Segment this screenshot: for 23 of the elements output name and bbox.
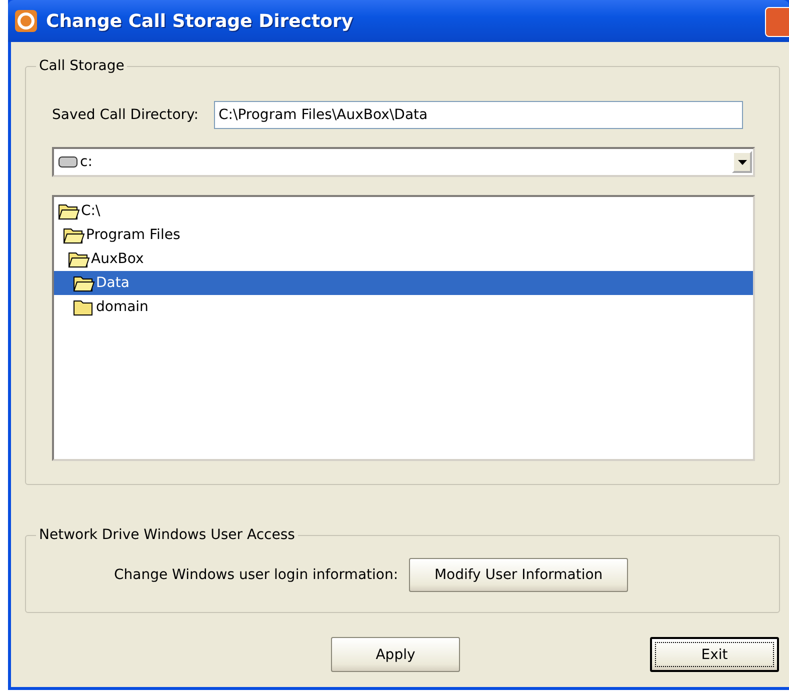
drive-icon	[58, 156, 78, 168]
window-title: Change Call Storage Directory	[46, 10, 354, 32]
tree-item[interactable]: domain	[54, 295, 753, 319]
close-button[interactable]	[765, 7, 789, 37]
login-label: Change Windows user login information:	[114, 567, 398, 583]
modify-user-button[interactable]: Modify User Information	[409, 558, 628, 592]
directory-field[interactable]: C:\Program Files\AuxBox\Data	[214, 101, 743, 129]
app-logo-icon	[14, 9, 38, 33]
dialog-button[interactable]: Exit	[650, 637, 779, 672]
tree-item[interactable]: C:\	[54, 199, 753, 223]
tree-item[interactable]: Program Files	[54, 223, 753, 247]
open-folder-icon	[73, 274, 95, 292]
tree-item[interactable]: AuxBox	[54, 247, 753, 271]
open-folder-icon	[68, 250, 90, 268]
dialog-button[interactable]: Apply	[331, 637, 460, 672]
open-folder-icon	[58, 202, 80, 220]
drive-dropdown[interactable]: c:	[52, 147, 755, 177]
group-legend: Call Storage	[36, 58, 128, 74]
folder-icon	[73, 298, 95, 316]
field-label: Saved Call Directory:	[52, 107, 199, 123]
drive-label: c:	[80, 154, 92, 170]
open-folder-icon	[63, 226, 85, 244]
tree-item[interactable]: Data	[54, 271, 753, 295]
